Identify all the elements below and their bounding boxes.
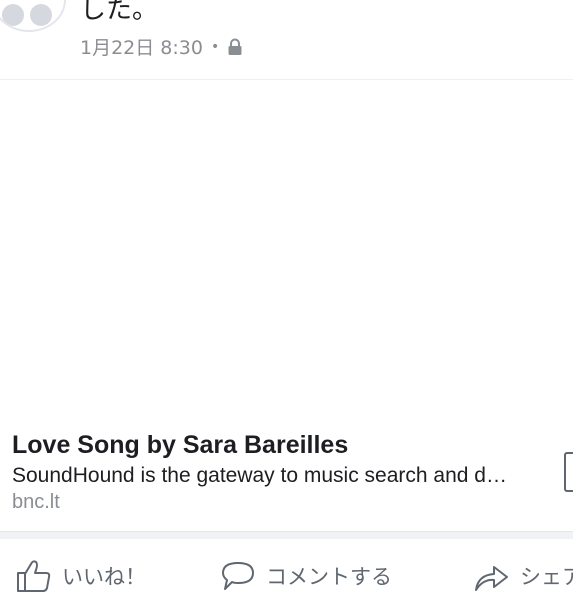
divider bbox=[0, 531, 573, 539]
comment-button[interactable]: コメントする bbox=[220, 556, 392, 596]
comment-icon bbox=[222, 562, 254, 590]
like-button[interactable]: いいね！ bbox=[16, 556, 146, 596]
link-title[interactable]: Love Song by Sara Bareilles bbox=[12, 431, 348, 460]
comment-label: コメントする bbox=[266, 565, 392, 589]
link-preview-image[interactable] bbox=[0, 80, 573, 430]
link-description[interactable]: SoundHound is the gateway to music searc… bbox=[12, 464, 544, 488]
post-meta: 1月22日 8:30 • bbox=[80, 33, 243, 60]
post-timestamp[interactable]: 1月22日 8:30 bbox=[80, 33, 203, 60]
bookmark-icon[interactable] bbox=[564, 452, 573, 492]
thumbs-up-icon bbox=[17, 560, 51, 592]
lock-icon[interactable] bbox=[227, 38, 243, 56]
like-label: いいね！ bbox=[62, 565, 146, 589]
avatar-shape bbox=[30, 4, 52, 26]
link-domain[interactable]: bnc.lt bbox=[12, 491, 60, 514]
share-button[interactable]: シェア bbox=[472, 556, 573, 596]
meta-separator: • bbox=[210, 38, 220, 55]
avatar[interactable] bbox=[0, 0, 66, 32]
post-text: した。 bbox=[80, 0, 159, 25]
share-icon bbox=[475, 566, 508, 591]
avatar-shape bbox=[2, 4, 24, 26]
share-label: シェア bbox=[520, 565, 573, 589]
